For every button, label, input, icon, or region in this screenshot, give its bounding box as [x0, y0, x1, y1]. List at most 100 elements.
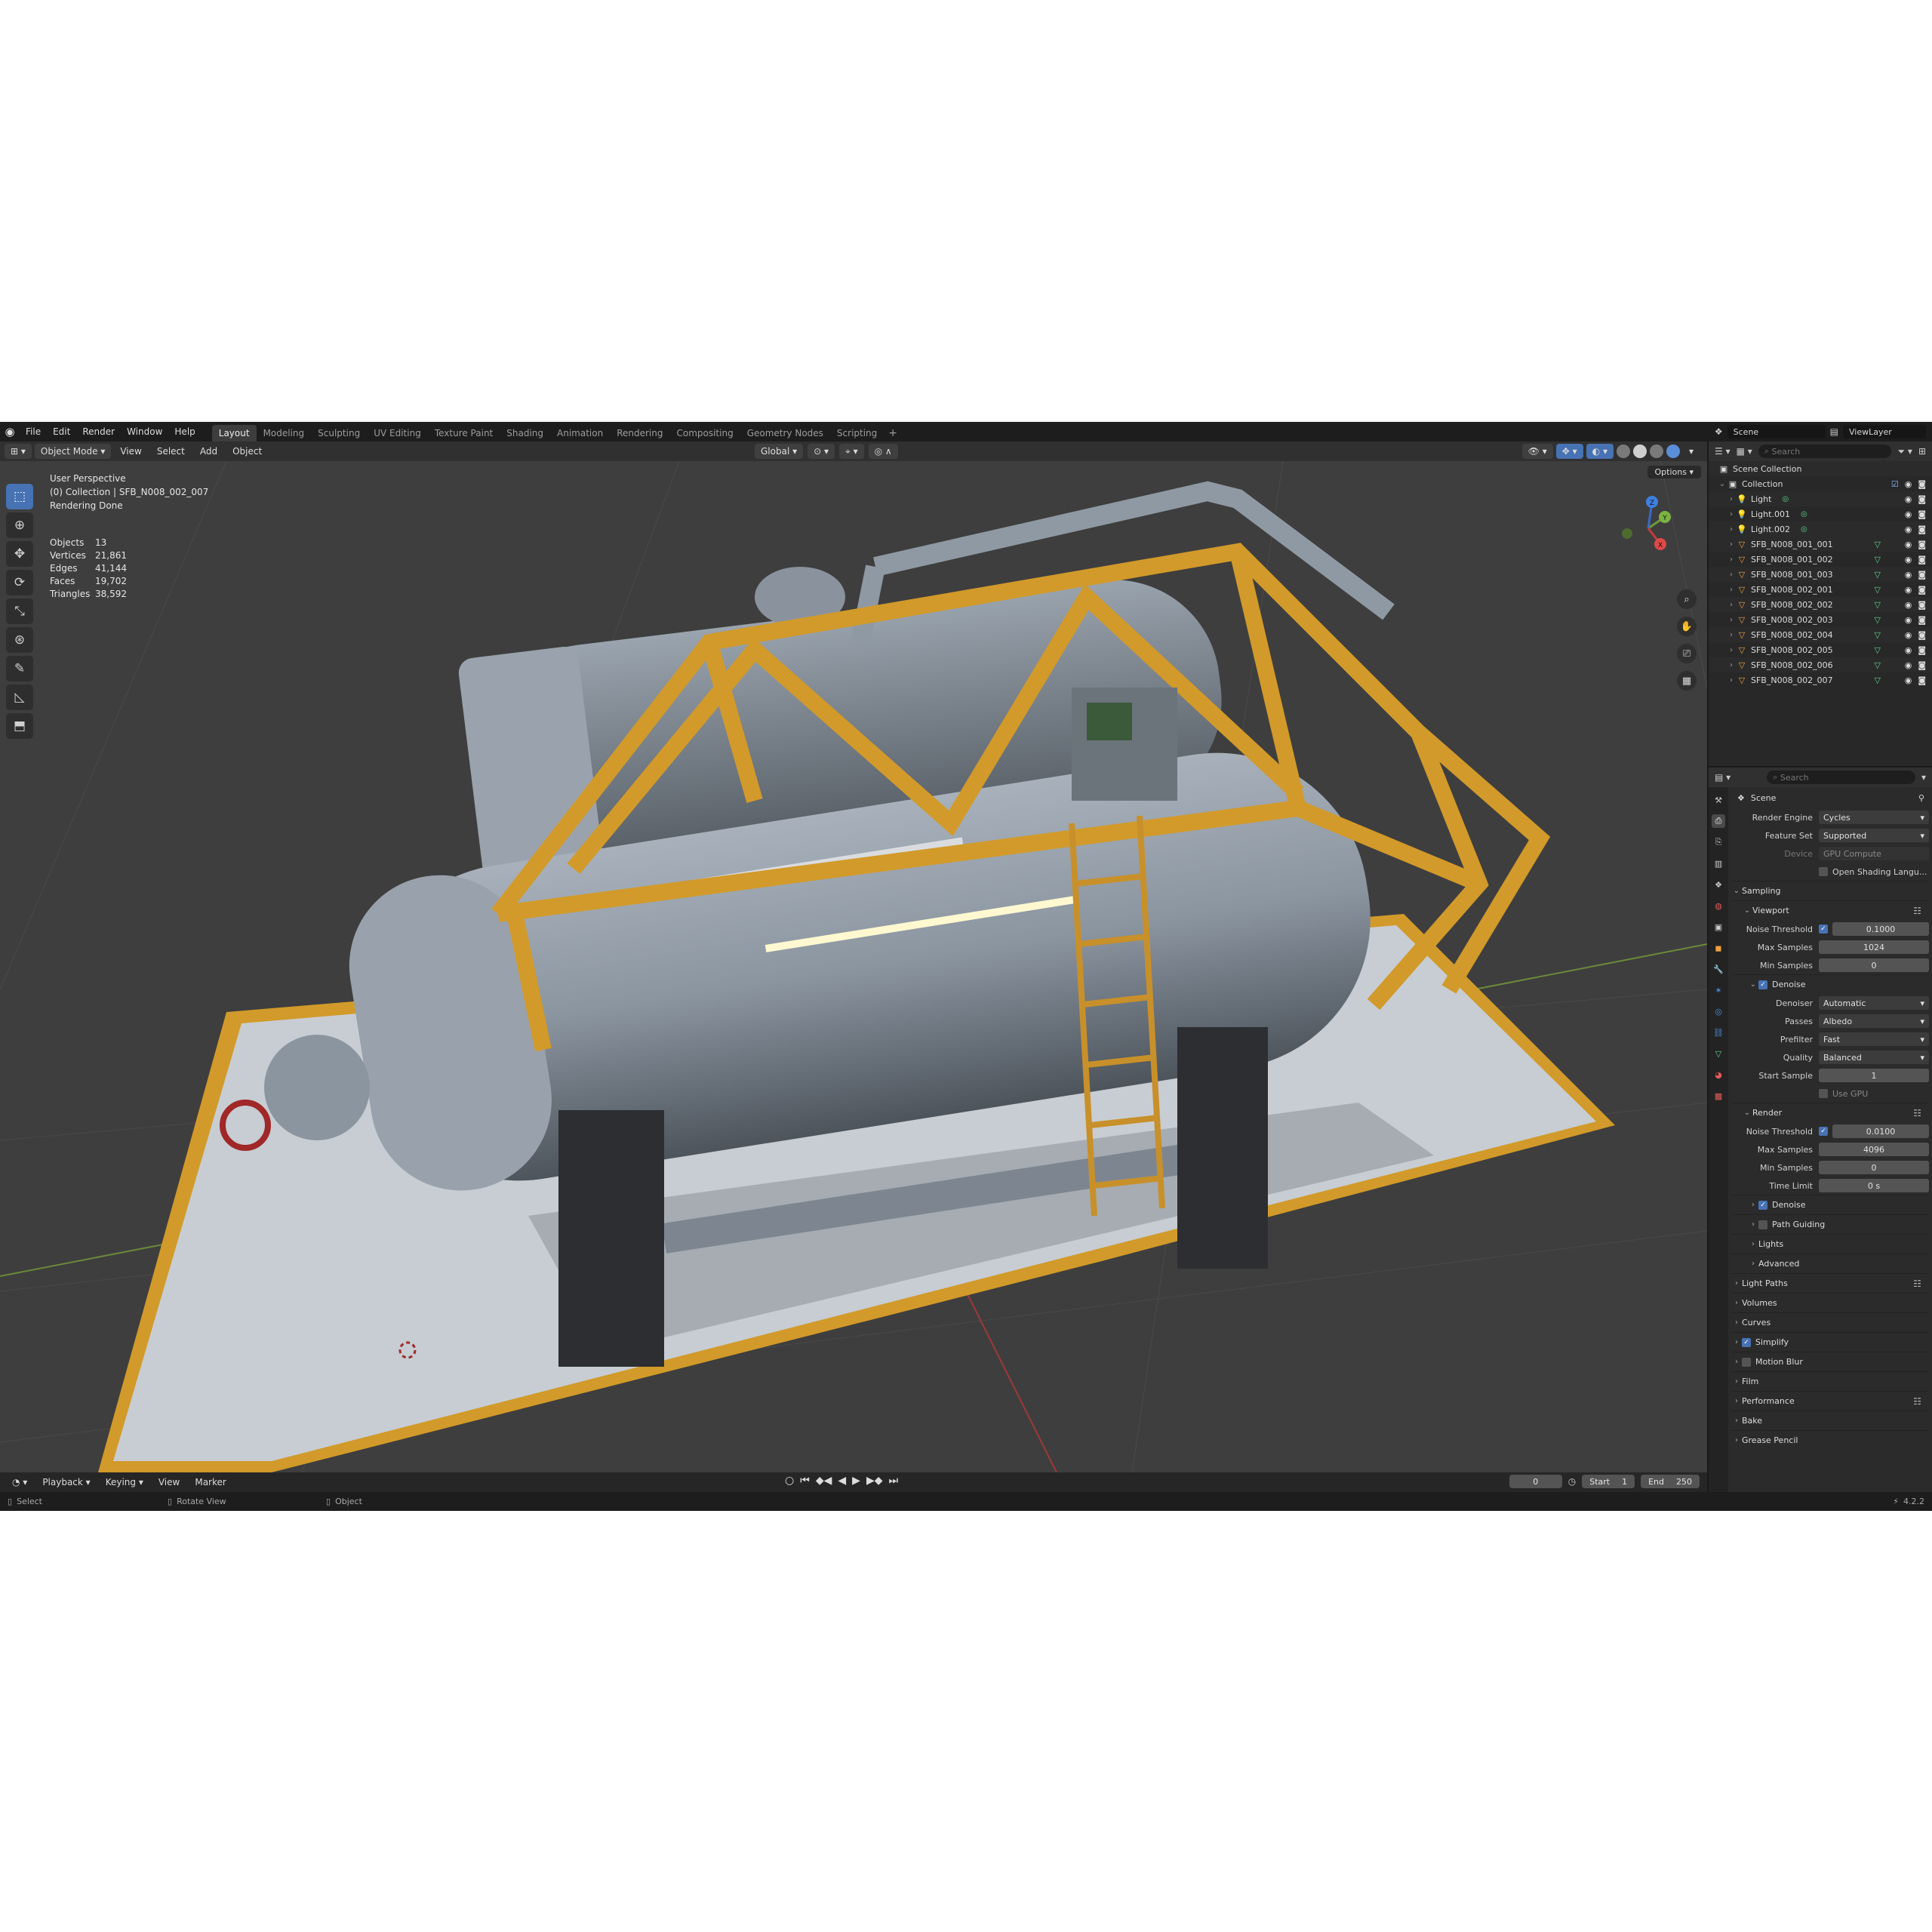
modifier-tab-icon[interactable]: 🔧	[1712, 962, 1725, 976]
wireframe-shading-icon[interactable]	[1616, 445, 1630, 458]
camera-icon[interactable]: ◙	[1918, 675, 1926, 685]
feature-set-dropdown[interactable]: Supported ▾	[1819, 829, 1929, 842]
mesh-data-icon[interactable]: ▽	[1875, 555, 1881, 565]
section-curves[interactable]: › Curves	[1731, 1312, 1929, 1332]
outliner-row-light[interactable]: › 💡 Light.001 ◎ ◉ ◙	[1709, 506, 1932, 521]
quality-dropdown[interactable]: Balanced ▾	[1819, 1051, 1929, 1064]
path-guiding-checkbox[interactable]	[1758, 1220, 1767, 1229]
add-workspace-button[interactable]: +	[884, 425, 902, 441]
presets-list-icon[interactable]: ☷	[1913, 1108, 1921, 1118]
advanced-header[interactable]: › Advanced	[1731, 1254, 1929, 1273]
mesh-data-icon[interactable]: ▽	[1875, 630, 1881, 640]
constraints-tab-icon[interactable]: ⛓	[1712, 1026, 1725, 1039]
output-tab-icon[interactable]: ⎘	[1712, 835, 1725, 849]
annotate-tool-icon[interactable]: ✎	[6, 656, 33, 681]
transform-tool-icon[interactable]: ⊛	[6, 627, 33, 653]
tool-tab-icon[interactable]: ⚒	[1712, 793, 1725, 807]
use-gpu-checkbox[interactable]	[1819, 1089, 1828, 1098]
presets-list-icon[interactable]: ☷	[1913, 1396, 1921, 1407]
section-performance[interactable]: › Performance ☷	[1731, 1391, 1929, 1411]
outliner-row-mesh[interactable]: › ▽ SFB_N008_002_005 ▽ ◉ ◙	[1709, 642, 1932, 657]
proportional-edit-icon[interactable]: ◎ ∧	[868, 444, 898, 459]
options-dropdown[interactable]: Options ▾	[1647, 466, 1701, 478]
expand-arrow-icon[interactable]: ›	[1727, 676, 1736, 685]
physics-tab-icon[interactable]: ◎	[1712, 1004, 1725, 1018]
pivot-icon[interactable]: ⊙ ▾	[808, 444, 835, 459]
world-tab-icon[interactable]: ◍	[1712, 899, 1725, 912]
camera-icon[interactable]: ◙	[1918, 525, 1926, 534]
expand-arrow-icon[interactable]: ›	[1727, 586, 1736, 594]
menu-help[interactable]: Help	[168, 422, 201, 441]
eye-icon[interactable]: ◉	[1905, 615, 1912, 625]
outliner-editor-icon[interactable]: ☰ ▾	[1715, 446, 1730, 457]
time-limit-field[interactable]: 0 s	[1819, 1179, 1929, 1192]
light-data-icon[interactable]: ◎	[1801, 525, 1807, 534]
simplify-checkbox[interactable]: ✓	[1742, 1337, 1751, 1347]
current-frame-field[interactable]: 0	[1509, 1475, 1562, 1488]
mesh-data-icon[interactable]: ▽	[1875, 645, 1881, 655]
next-keyframe-icon[interactable]: ▶◆	[866, 1475, 883, 1487]
timeline-editor-icon[interactable]: ◔ ▾	[6, 1475, 33, 1490]
eye-icon[interactable]: ◉	[1905, 600, 1912, 610]
scale-tool-icon[interactable]: ⤡	[6, 598, 33, 624]
path-guiding-header[interactable]: › Path Guiding	[1731, 1214, 1929, 1234]
menu-view[interactable]: View	[114, 444, 147, 459]
render-engine-dropdown[interactable]: Cycles ▾	[1819, 811, 1929, 824]
menu-window[interactable]: Window	[121, 422, 168, 441]
menu-playback[interactable]: Playback ▾	[36, 1475, 96, 1490]
camera-icon[interactable]: ◙	[1918, 570, 1926, 580]
visibility-icon[interactable]: 👁 ▾	[1521, 444, 1553, 459]
camera-icon[interactable]: ◙	[1918, 540, 1926, 549]
outliner-row-mesh[interactable]: › ▽ SFB_N008_001_003 ▽ ◉ ◙	[1709, 567, 1932, 582]
start-sample-field[interactable]: 1	[1819, 1069, 1929, 1082]
outliner-row-light[interactable]: › 💡 Light ◎ ◉ ◙	[1709, 491, 1932, 506]
prev-keyframe-icon[interactable]: ◆◀	[816, 1475, 832, 1487]
mesh-data-icon[interactable]: ▽	[1875, 600, 1881, 610]
render-tab-icon[interactable]: ⎙	[1712, 814, 1725, 828]
scene-tab-icon[interactable]: ❖	[1712, 878, 1725, 891]
section-grease-pencil[interactable]: › Grease Pencil	[1731, 1430, 1929, 1450]
presets-list-icon[interactable]: ☷	[1913, 1278, 1921, 1289]
vp-denoise-header[interactable]: ⌄ ✓ Denoise	[1731, 974, 1929, 994]
menu-timeline-view[interactable]: View	[152, 1475, 186, 1490]
denoiser-dropdown[interactable]: Automatic ▾	[1819, 996, 1929, 1010]
vp-noise-threshold-field[interactable]: 0.1000	[1832, 922, 1929, 936]
menu-file[interactable]: File	[20, 422, 47, 441]
tab-compositing[interactable]: Compositing	[669, 425, 740, 441]
camera-icon[interactable]: ◙	[1918, 494, 1926, 504]
light-data-icon[interactable]: ◎	[1801, 510, 1807, 518]
outliner-row-mesh[interactable]: › ▽ SFB_N008_002_006 ▽ ◉ ◙	[1709, 657, 1932, 672]
tab-texture-paint[interactable]: Texture Paint	[428, 425, 500, 441]
tab-layout[interactable]: Layout	[211, 425, 257, 441]
tab-scripting[interactable]: Scripting	[830, 425, 884, 441]
auto-key-icon[interactable]: ○	[785, 1475, 794, 1487]
gizmo-neg-y-icon[interactable]	[1622, 528, 1632, 539]
vp-denoise-checkbox[interactable]: ✓	[1758, 980, 1767, 989]
add-cube-tool-icon[interactable]: ⬒	[6, 713, 33, 739]
menu-add[interactable]: Add	[194, 444, 223, 459]
outliner-row-mesh[interactable]: › ▽ SFB_N008_002_007 ▽ ◉ ◙	[1709, 672, 1932, 688]
tab-modeling[interactable]: Modeling	[257, 425, 312, 441]
move-tool-icon[interactable]: ✥	[6, 541, 33, 567]
tab-shading[interactable]: Shading	[500, 425, 550, 441]
include-checkbox-icon[interactable]: ☑	[1891, 479, 1899, 489]
presets-list-icon[interactable]: ☷	[1913, 906, 1921, 916]
expand-arrow-icon[interactable]: ›	[1727, 510, 1736, 518]
snap-icon[interactable]: ⌖ ▾	[839, 444, 864, 459]
device-dropdown[interactable]: GPU Compute	[1819, 847, 1929, 860]
mesh-data-icon[interactable]: ▽	[1875, 615, 1881, 625]
expand-arrow-icon[interactable]: ›	[1727, 646, 1736, 654]
section-film[interactable]: › Film	[1731, 1371, 1929, 1391]
gizmo-toggle-icon[interactable]: ✥ ▾	[1555, 444, 1583, 459]
eye-icon[interactable]: ◉	[1905, 555, 1912, 565]
render-subsection-header[interactable]: ⌄ Render ☷	[1731, 1103, 1929, 1122]
camera-icon[interactable]: ◙	[1918, 509, 1926, 519]
camera-icon[interactable]: ◙	[1918, 630, 1926, 640]
view-layer-tab-icon[interactable]: ▥	[1712, 857, 1725, 870]
tab-sculpting[interactable]: Sculpting	[311, 425, 367, 441]
new-collection-icon[interactable]: ⊞	[1918, 446, 1926, 457]
section-volumes[interactable]: › Volumes	[1731, 1293, 1929, 1312]
camera-icon[interactable]: ◙	[1918, 645, 1926, 655]
camera-view-icon[interactable]: ⎚	[1677, 644, 1697, 663]
expand-arrow-icon[interactable]: ›	[1727, 616, 1736, 624]
